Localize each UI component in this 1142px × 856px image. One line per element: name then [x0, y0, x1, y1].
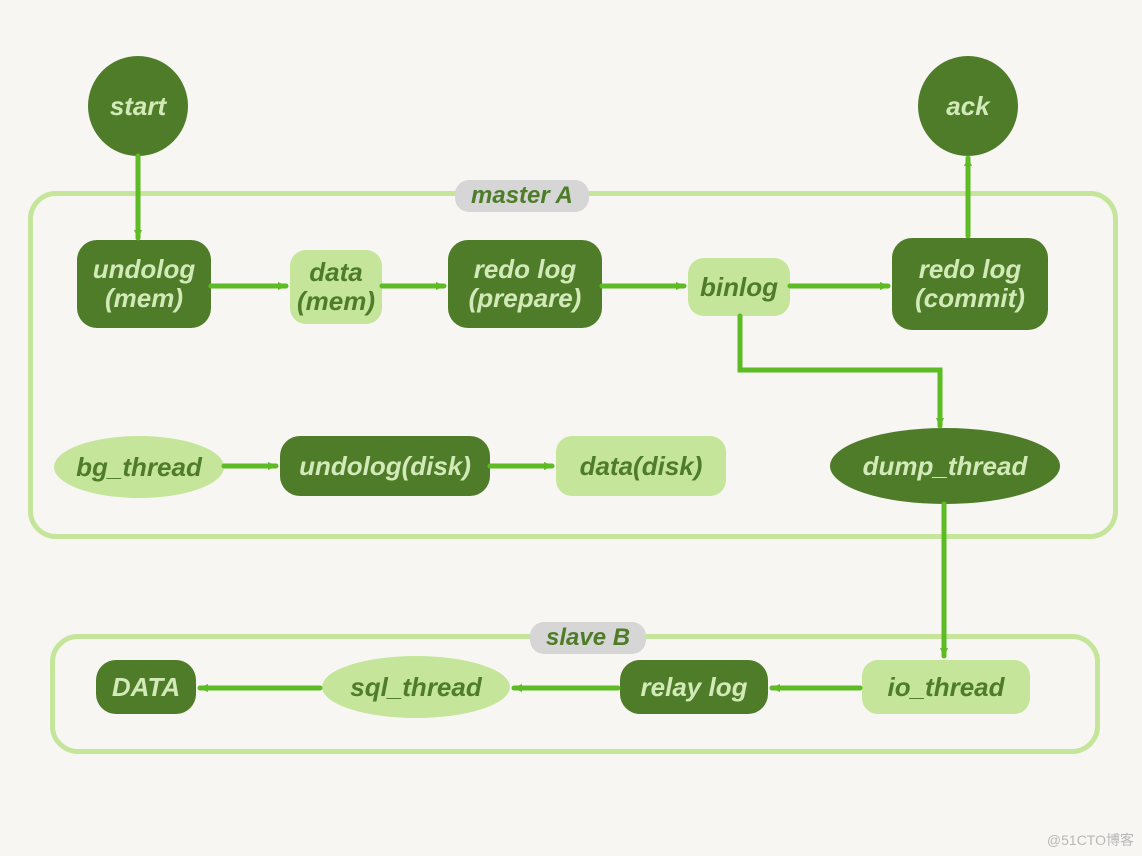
bg-thread-node: bg_thread	[54, 436, 224, 498]
start-node: start	[88, 56, 188, 156]
redo-commit-node: redo log (commit)	[892, 238, 1048, 330]
ack-node: ack	[918, 56, 1018, 156]
diagram-canvas: { "regions": { "master": { "label": "mas…	[0, 0, 1142, 856]
watermark: @51CTO博客	[1047, 830, 1134, 850]
dump-thread-node: dump_thread	[830, 428, 1060, 504]
binlog-node: binlog	[688, 258, 790, 316]
slave-region-label: slave B	[530, 622, 646, 654]
sql-thread-node: sql_thread	[322, 656, 510, 718]
undolog-mem-node: undolog (mem)	[77, 240, 211, 328]
data-disk-node: data(disk)	[556, 436, 726, 496]
redo-prepare-node: redo log (prepare)	[448, 240, 602, 328]
io-thread-node: io_thread	[862, 660, 1030, 714]
relay-log-node: relay log	[620, 660, 768, 714]
undolog-disk-node: undolog(disk)	[280, 436, 490, 496]
master-region-label: master A	[455, 180, 589, 212]
data-final-node: DATA	[96, 660, 196, 714]
data-mem-node: data (mem)	[290, 250, 382, 324]
